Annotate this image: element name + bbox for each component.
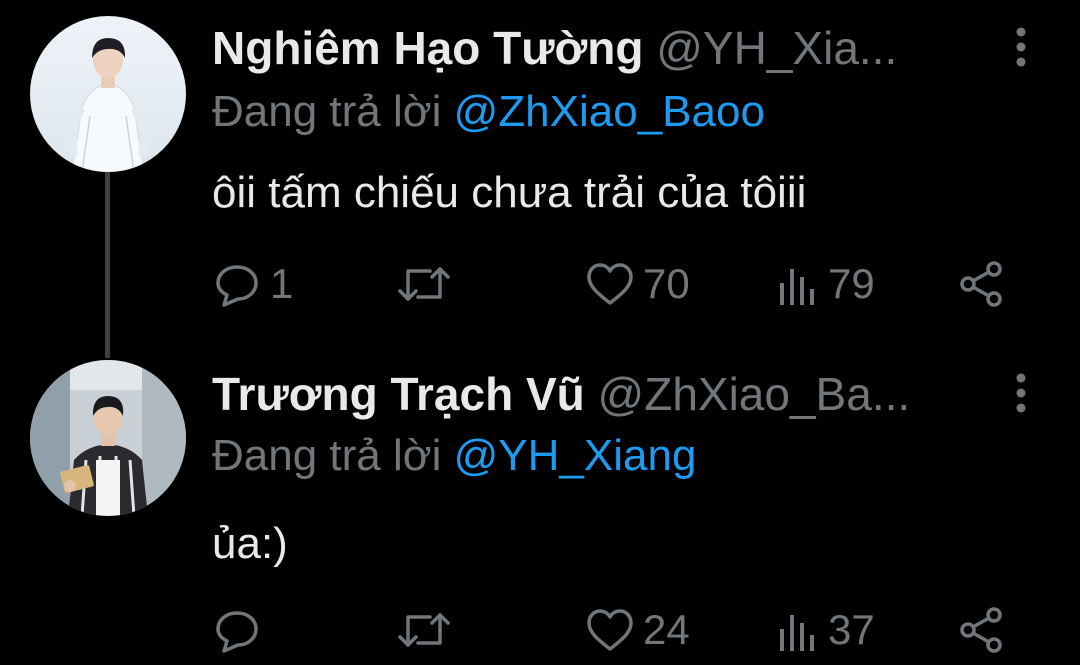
more-vertical-icon[interactable]	[1006, 24, 1036, 70]
share-button[interactable]	[958, 254, 1006, 314]
reply-prefix: Đang trả lời	[212, 431, 442, 480]
retweet-icon	[396, 605, 452, 655]
like-button[interactable]: 24	[585, 600, 690, 660]
reply-icon	[212, 605, 262, 655]
tweet[interactable]: Nghiêm Hạo Tường @YH_Xia... Đang trả lời…	[0, 0, 1080, 358]
reply-button[interactable]	[212, 600, 270, 660]
tweet-actions: 1 70 79	[0, 254, 1080, 314]
share-icon	[958, 605, 1006, 655]
heart-icon	[585, 259, 635, 309]
tweet[interactable]: Trương Trạch Vũ @ZhXiao_Ba... Đang trả l…	[0, 350, 1080, 665]
heart-icon	[585, 605, 635, 655]
view-count: 79	[828, 260, 875, 307]
avatar[interactable]	[30, 360, 186, 516]
reply-mention-link[interactable]: @ZhXiao_Baoo	[454, 87, 765, 136]
retweet-button[interactable]	[396, 254, 460, 314]
replying-to: Đang trả lời @YH_Xiang	[212, 428, 696, 484]
reply-prefix: Đang trả lời	[212, 87, 442, 136]
tweet-header: Trương Trạch Vũ @ZhXiao_Ba...	[212, 364, 970, 424]
like-button[interactable]: 70	[585, 254, 690, 314]
tweet-text: ôii tấm chiếu chưa trải của tôiii	[212, 168, 807, 217]
tweet-header: Nghiêm Hạo Tường @YH_Xia...	[212, 18, 970, 78]
display-name[interactable]: Nghiêm Hạo Tường	[212, 22, 643, 74]
display-name[interactable]: Trương Trạch Vũ	[212, 368, 585, 420]
reply-icon	[212, 259, 262, 309]
more-vertical-icon[interactable]	[1006, 370, 1036, 416]
user-handle[interactable]: @YH_Xia...	[656, 22, 897, 74]
views-button[interactable]: 37	[776, 600, 875, 660]
like-count: 24	[643, 606, 690, 653]
share-icon	[958, 259, 1006, 309]
tweet-text: ủa:)	[212, 519, 288, 568]
views-icon	[776, 605, 820, 655]
avatar[interactable]	[30, 16, 186, 172]
like-count: 70	[643, 260, 690, 307]
retweet-button[interactable]	[396, 600, 460, 660]
reply-button[interactable]: 1	[212, 254, 293, 314]
share-button[interactable]	[958, 600, 1006, 660]
tweet-actions: 24 37	[0, 600, 1080, 660]
retweet-icon	[396, 259, 452, 309]
reply-mention-link[interactable]: @YH_Xiang	[454, 431, 697, 480]
user-handle[interactable]: @ZhXiao_Ba...	[598, 368, 911, 420]
replying-to: Đang trả lời @ZhXiao_Baoo	[212, 84, 765, 140]
views-button[interactable]: 79	[776, 254, 875, 314]
view-count: 37	[828, 606, 875, 653]
views-icon	[776, 259, 820, 309]
reply-count: 1	[270, 260, 294, 307]
